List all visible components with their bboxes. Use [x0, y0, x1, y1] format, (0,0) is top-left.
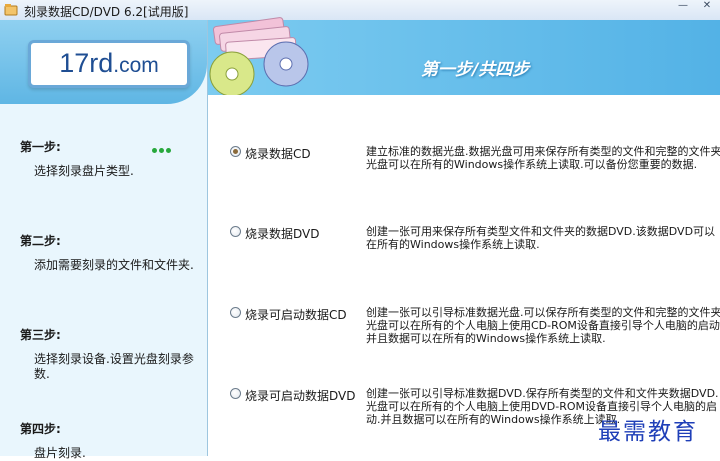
step-title: 第四步:	[20, 422, 61, 436]
minimize-icon[interactable]: —	[674, 0, 692, 12]
radio-bootable-cd[interactable]	[230, 307, 241, 318]
window-title: 刻录数据CD/DVD 6.2[试用版]	[24, 5, 189, 19]
sidebar: 17rd.com 第一步: 选择刻录盘片类型. 第二步: 添加需要刻录的文件和文…	[0, 20, 208, 460]
discs-icon	[209, 17, 309, 97]
option-desc-bootable-cd: 创建一张可以引导标准数据光盘.可以保存所有类型的文件和完整的文件夹.光盘可以在所…	[366, 306, 720, 345]
step-desc: 盘片刻录.	[34, 446, 86, 460]
title-bar: 刻录数据CD/DVD 6.2[试用版] — ✕	[0, 0, 720, 21]
step-desc: 添加需要刻录的文件和文件夹.	[34, 258, 194, 272]
option-label[interactable]: 烧录可启动数据CD	[245, 306, 347, 323]
step-desc: 选择刻录盘片类型.	[34, 164, 134, 178]
option-label[interactable]: 烧录数据CD	[245, 145, 311, 162]
step-title: 第三步:	[20, 328, 61, 342]
logo: 17rd.com	[28, 40, 190, 88]
step-title: 第一步:	[20, 140, 61, 154]
step-title: 第二步:	[20, 234, 61, 248]
sidebar-step-1: 第一步: 选择刻录盘片类型.	[20, 138, 134, 178]
watermark: 最需教育	[598, 419, 698, 445]
progress-dots-icon	[152, 138, 176, 153]
sidebar-step-3: 第三步: 选择刻录设备.设置光盘刻录参数.	[20, 326, 194, 381]
logo-suffix: .com	[113, 54, 159, 77]
radio-data-cd[interactable]	[230, 146, 241, 157]
step-desc: 选择刻录设备.设置光盘刻录参数.	[34, 352, 194, 381]
sidebar-step-4: 第四步: 盘片刻录.	[20, 420, 86, 460]
app-icon	[4, 4, 18, 16]
option-label[interactable]: 烧录可启动数据DVD	[245, 387, 355, 404]
option-desc-data-dvd: 创建一张可用来保存所有类型文件和文件夹的数据DVD.该数据DVD可以在所有的Wi…	[366, 225, 716, 251]
radio-bootable-dvd[interactable]	[230, 388, 241, 399]
step-banner: 第一步/共四步	[208, 17, 720, 97]
option-label[interactable]: 烧录数据DVD	[245, 225, 319, 242]
radio-data-dvd[interactable]	[230, 226, 241, 237]
logo-main: 17rd	[59, 48, 114, 78]
close-icon[interactable]: ✕	[698, 0, 716, 12]
option-desc-data-cd: 建立标准的数据光盘.数据光盘可用来保存所有类型的文件和完整的文件夹.光盘可以在所…	[366, 145, 720, 171]
banner-title: 第一步/共四步	[421, 60, 530, 80]
logo-band: 17rd.com	[0, 20, 207, 104]
content-panel: 烧录数据CD 建立标准的数据光盘.数据光盘可用来保存所有类型的文件和完整的文件夹…	[208, 95, 720, 456]
sidebar-step-2: 第二步: 添加需要刻录的文件和文件夹.	[20, 232, 194, 272]
